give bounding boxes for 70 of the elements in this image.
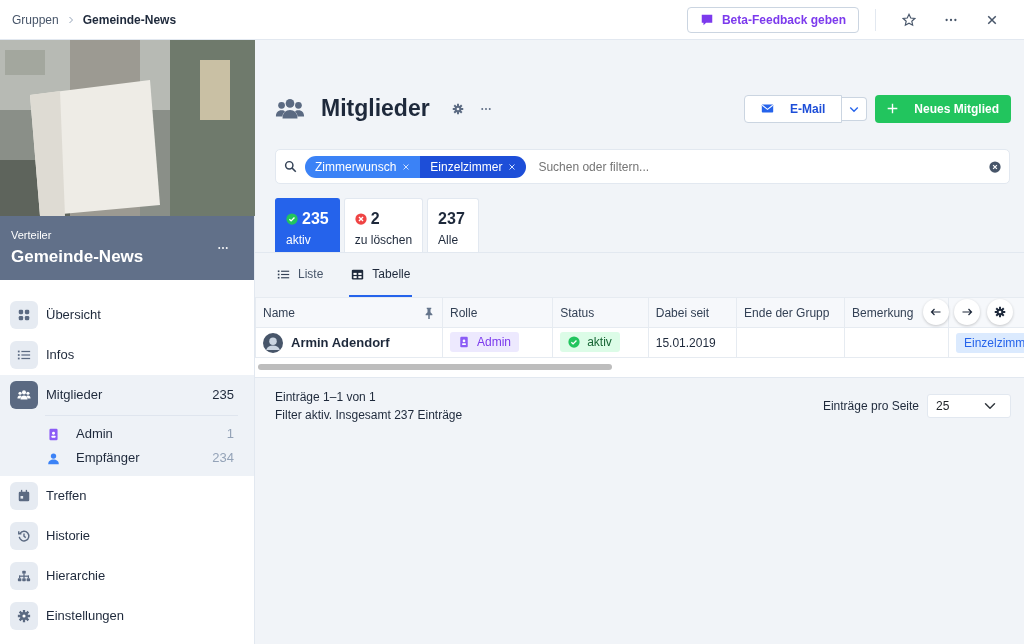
avatar [263,332,283,353]
role-badge: Admin [450,332,520,352]
column-header: Dabei seit [648,297,737,328]
status-tab[interactable]: 235 aktiv [275,198,340,252]
item-count: 235 [212,386,234,405]
search-icon [284,160,297,173]
star-icon [902,12,916,27]
nav-item[interactable]: Hierarchie [0,556,254,596]
plus-icon [887,103,899,114]
status-badge: aktiv [560,332,620,352]
email-button[interactable]: E-Mail [743,94,843,123]
check-icon [286,213,298,225]
entries-range: Einträge 1–1 von 1 [275,389,377,406]
remove-icon [508,162,517,171]
list-icon [17,348,31,362]
tag-badge: Einzelzimm [955,332,1024,353]
error-icon [354,213,367,225]
group-name: Gemeinde-News [11,245,144,268]
table-cell: 15.01.2019 [648,327,737,358]
status-tab[interactable]: 237 Alle [427,198,480,252]
settings-icon [994,306,1006,318]
member-name: Armin Adendorf [291,333,390,352]
clear-icon[interactable] [989,160,1001,173]
nav-item[interactable]: Einstellungen [0,596,254,636]
nav-item[interactable]: Historie [0,516,254,556]
overview-icon [17,308,31,322]
nav-item[interactable]: Mitglieder 235 [0,375,254,415]
pin-icon [423,306,435,319]
settings-icon [17,609,31,623]
search-field[interactable]: Zimmerwunsch Einzelzimmer Suchen oder filtern... [275,149,1010,184]
arrow-left-icon [930,306,942,318]
subnav-item[interactable]: Admin 1 [45,422,238,446]
list-icon [277,267,290,281]
filter-chip[interactable]: Einzelzimmer [420,155,527,178]
column-header: Status [552,297,649,328]
chevron-right-icon [66,15,75,24]
column-header: Name [263,304,295,322]
table-icon [351,267,365,281]
calendar-icon [17,489,31,503]
page-size-label: Einträge pro Seite [822,398,919,415]
filter-note: Filter aktiv. Insgesamt 237 Einträge [275,407,463,424]
status-tab[interactable]: 2 zu löschen [343,198,424,252]
arrow-right-icon [961,306,973,318]
badge-icon [458,336,470,348]
history-icon [17,529,31,543]
column-header: Rolle [442,297,553,328]
settings-icon [451,102,464,115]
column-header: Ende der Grupp [736,297,845,328]
item-count: 1 [226,425,234,444]
breadcrumb-link[interactable]: Gruppen [12,10,59,29]
mail-icon [760,102,774,115]
nav-item[interactable]: Infos [0,335,254,375]
scrollbar-thumb[interactable] [258,364,612,370]
filter-chip[interactable]: Zimmerwunsch [305,155,421,178]
subnav-item[interactable]: Empfänger 234 [45,446,238,470]
feedback-button[interactable]: Beta-Feedback geben [686,6,859,33]
page-size-select[interactable]: 25 [927,394,1011,418]
close-icon [986,13,998,26]
people-icon [17,388,31,402]
nav-item[interactable]: Übersicht [0,295,254,335]
check-icon [568,336,581,348]
item-count: 234 [212,449,234,468]
view-tab[interactable]: Liste [275,253,326,297]
dropdown-button[interactable] [842,96,868,121]
page-title: Mitglieder [321,94,430,123]
remove-icon [402,162,411,171]
chat-icon [699,12,714,27]
hierarchy-icon [17,569,31,583]
nav-item[interactable]: Treffen [0,476,254,516]
group-type: Verteiler [11,228,53,243]
